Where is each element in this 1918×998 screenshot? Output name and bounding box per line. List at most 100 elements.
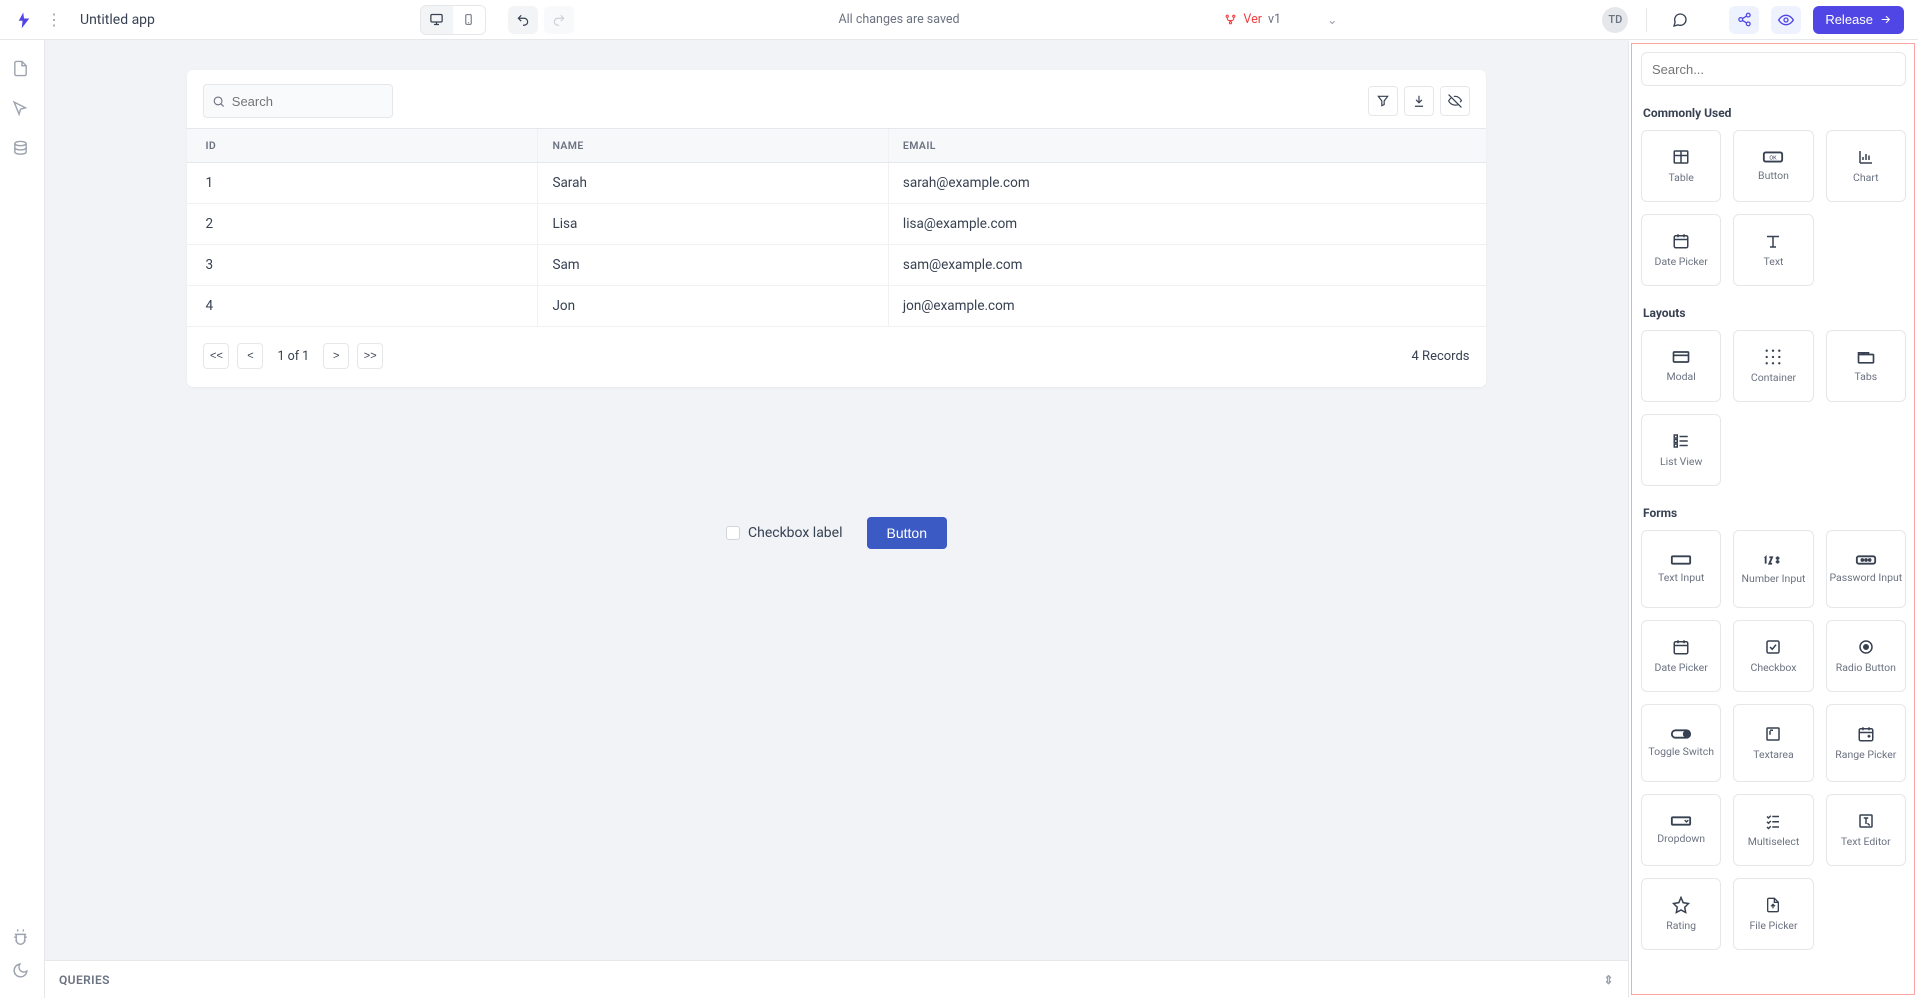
list-icon <box>1672 432 1690 450</box>
queries-panel[interactable]: QUERIES ⇕ <box>45 960 1628 998</box>
expand-icon[interactable]: ⇕ <box>1604 973 1614 987</box>
user-avatar[interactable]: TD <box>1602 7 1628 33</box>
database-icon[interactable] <box>12 140 32 160</box>
redo-button[interactable] <box>544 6 574 34</box>
widget-datepicker2[interactable]: Date Picker <box>1641 620 1721 692</box>
comments-button[interactable] <box>1665 6 1695 34</box>
eye-icon <box>1778 12 1794 28</box>
undo-button[interactable] <box>508 6 538 34</box>
checkbox-icon <box>1764 638 1782 656</box>
widget-filepicker[interactable]: File Picker <box>1733 878 1813 950</box>
theme-icon[interactable] <box>12 962 32 982</box>
redo-icon <box>552 13 566 27</box>
calendar-icon <box>1672 638 1690 656</box>
widget-toggle[interactable]: Toggle Switch <box>1641 704 1721 782</box>
hide-columns-button[interactable] <box>1440 86 1470 116</box>
desktop-icon <box>429 12 444 27</box>
download-button[interactable] <box>1404 86 1434 116</box>
table-row[interactable]: 3Samsam@example.com <box>187 245 1485 286</box>
component-palette: Commonly Used Table OKButton Chart Date … <box>1628 40 1918 998</box>
desktop-view-button[interactable] <box>421 6 453 34</box>
record-count: 4 Records <box>1412 349 1470 364</box>
checkbox-box[interactable] <box>726 526 740 540</box>
widget-listview[interactable]: List View <box>1641 414 1721 486</box>
widget-container[interactable]: Container <box>1733 330 1813 402</box>
table-widget[interactable]: ID NAME EMAIL 1Sarahsarah@example.com 2L… <box>187 70 1485 387</box>
radio-icon <box>1857 638 1875 656</box>
widget-button[interactable]: OKButton <box>1733 130 1813 202</box>
chart-icon <box>1857 148 1875 166</box>
widget-dropdown[interactable]: Dropdown <box>1641 794 1721 866</box>
dropdown-icon <box>1670 815 1692 827</box>
widget-texteditor[interactable]: Text Editor <box>1826 794 1906 866</box>
checkbox-label: Checkbox label <box>748 525 843 541</box>
table-search-input[interactable] <box>232 94 385 109</box>
table-row[interactable]: 2Lisalisa@example.com <box>187 204 1485 245</box>
tabs-icon <box>1856 349 1876 365</box>
palette-search-input[interactable] <box>1641 52 1906 86</box>
pager-last[interactable]: >> <box>357 343 383 369</box>
widget-passwordinput[interactable]: Password Input <box>1826 530 1906 608</box>
save-status: All changes are saved <box>838 12 959 27</box>
widget-tabs[interactable]: Tabs <box>1826 330 1906 402</box>
table-search[interactable] <box>203 84 393 118</box>
widget-chart[interactable]: Chart <box>1826 130 1906 202</box>
toggle-icon <box>1670 728 1692 740</box>
mobile-view-button[interactable] <box>453 6 485 34</box>
pager-prev[interactable]: < <box>237 343 263 369</box>
widget-text[interactable]: Text <box>1733 214 1813 286</box>
undo-icon <box>516 13 530 27</box>
table-icon <box>1671 148 1691 166</box>
texteditor-icon <box>1857 812 1875 830</box>
app-logo-icon[interactable] <box>14 10 34 30</box>
widget-rangepicker[interactable]: Range Picker <box>1826 704 1906 782</box>
section-layouts: Layouts <box>1643 306 1906 320</box>
eye-off-icon <box>1448 94 1462 108</box>
left-rail <box>0 40 45 998</box>
menu-dots-icon[interactable]: ⋮ <box>46 10 62 29</box>
widget-numberinput[interactable]: Number Input <box>1733 530 1813 608</box>
pager-info: 1 of 1 <box>277 349 309 364</box>
pager-first[interactable]: << <box>203 343 229 369</box>
section-forms: Forms <box>1643 506 1906 520</box>
col-id[interactable]: ID <box>187 129 537 163</box>
mobile-icon <box>462 12 475 27</box>
widget-textarea[interactable]: Textarea <box>1733 704 1813 782</box>
branch-icon <box>1224 13 1237 26</box>
modal-icon <box>1671 349 1691 365</box>
numberinput-icon <box>1762 553 1784 567</box>
file-icon <box>1765 896 1781 914</box>
table-row[interactable]: 4Jonjon@example.com <box>187 286 1485 327</box>
textinput-icon <box>1670 554 1692 566</box>
col-email[interactable]: EMAIL <box>888 129 1485 163</box>
table-row[interactable]: 1Sarahsarah@example.com <box>187 163 1485 204</box>
filter-button[interactable] <box>1368 86 1398 116</box>
pager-next[interactable]: > <box>323 343 349 369</box>
widget-multiselect[interactable]: Multiselect <box>1733 794 1813 866</box>
widget-modal[interactable]: Modal <box>1641 330 1721 402</box>
app-title[interactable]: Untitled app <box>80 12 155 28</box>
widget-checkbox[interactable]: Checkbox <box>1733 620 1813 692</box>
share-button[interactable] <box>1729 6 1759 34</box>
version-selector[interactable]: Ver v1 ⌄ <box>1224 12 1337 28</box>
button-widget[interactable]: Button <box>867 517 947 549</box>
col-name[interactable]: NAME <box>538 129 888 163</box>
share-icon <box>1737 12 1752 27</box>
text-icon <box>1764 232 1782 250</box>
inspector-icon[interactable] <box>12 100 32 120</box>
page-icon[interactable] <box>12 60 32 80</box>
textarea-icon <box>1764 725 1782 743</box>
widget-radio[interactable]: Radio Button <box>1826 620 1906 692</box>
release-button[interactable]: Release <box>1813 6 1904 34</box>
widget-textinput[interactable]: Text Input <box>1641 530 1721 608</box>
widget-rating[interactable]: Rating <box>1641 878 1721 950</box>
widget-datepicker[interactable]: Date Picker <box>1641 214 1721 286</box>
preview-button[interactable] <box>1771 6 1801 34</box>
debug-icon[interactable] <box>12 928 32 948</box>
calendar-icon <box>1672 232 1690 250</box>
multiselect-icon <box>1764 812 1782 830</box>
password-icon <box>1855 554 1877 566</box>
widget-table[interactable]: Table <box>1641 130 1721 202</box>
checkbox-widget[interactable]: Checkbox label <box>726 525 843 541</box>
device-switcher <box>420 5 486 35</box>
